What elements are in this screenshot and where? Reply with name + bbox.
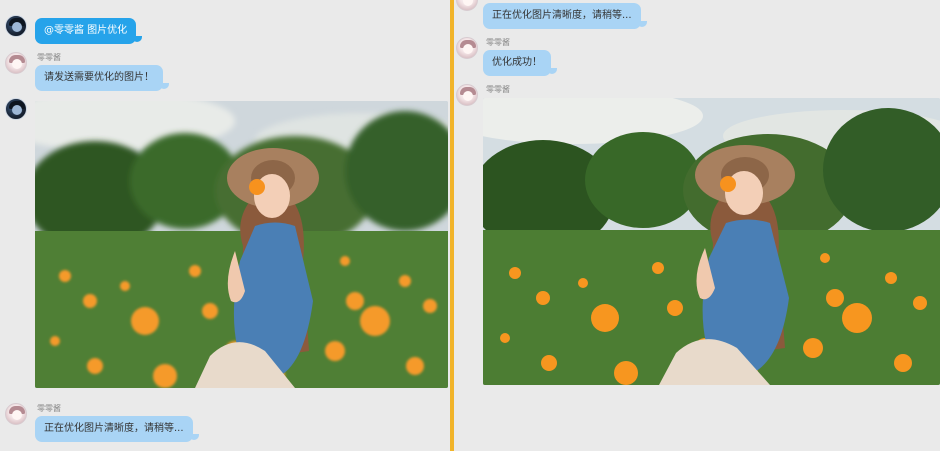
bot-avatar-icon[interactable] xyxy=(456,84,478,106)
bot-avatar-icon[interactable] xyxy=(456,0,478,11)
bot-processing-text: 正在优化图片清晰度，请稍等... xyxy=(492,10,632,21)
bot-processing-text: 正在优化图片清晰度，请稍等... xyxy=(44,423,184,434)
bot-processing-bubble: 正在优化图片清晰度，请稍等... xyxy=(483,3,647,29)
right-chat-pane: 正在优化图片清晰度，请稍等... 零零酱 优化成功！ 零零酱 xyxy=(454,0,940,451)
bot-success-bubble: 优化成功！ xyxy=(483,50,557,76)
optimized-photo[interactable] xyxy=(483,98,940,385)
bot-processing-bubble: 正在优化图片清晰度，请稍等... xyxy=(35,416,199,442)
bot-avatar-icon[interactable] xyxy=(5,403,27,425)
sender-name: 零零酱 xyxy=(486,38,510,47)
sender-name: 零零酱 xyxy=(37,404,61,413)
bot-avatar-icon[interactable] xyxy=(456,37,478,59)
mention-message-text: @零零酱 图片优化 xyxy=(44,25,128,36)
user-avatar-icon[interactable] xyxy=(5,15,27,37)
sender-name: 零零酱 xyxy=(37,53,61,62)
sender-name: 零零酱 xyxy=(486,85,510,94)
mention-message-bubble: @零零酱 图片优化 xyxy=(35,18,143,44)
bot-reply-bubble: 请发送需要优化的图片！ xyxy=(35,65,169,91)
photo-graphic xyxy=(35,101,448,388)
photo-graphic xyxy=(483,98,940,385)
user-avatar-icon[interactable] xyxy=(5,98,27,120)
left-chat-pane: @零零酱 图片优化 零零酱 请发送需要优化的图片！ 零零酱 正在优化图片清晰度，… xyxy=(0,0,450,451)
bot-reply-text: 请发送需要优化的图片！ xyxy=(44,72,154,83)
bot-avatar-icon[interactable] xyxy=(5,52,27,74)
bot-success-text: 优化成功！ xyxy=(492,57,542,68)
original-photo[interactable] xyxy=(35,101,448,388)
